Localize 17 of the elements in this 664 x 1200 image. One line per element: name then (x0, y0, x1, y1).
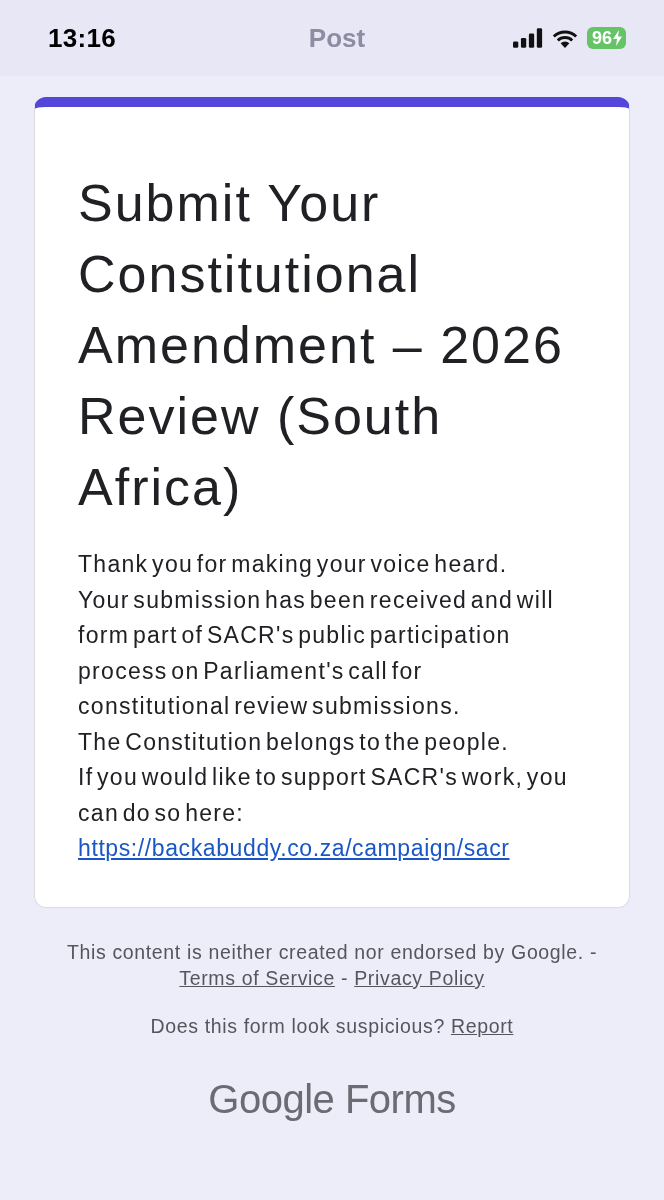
disclaimer-text: This content is neither created nor endorsed by Google. - Terms of Service - Privacy Policy (66, 939, 598, 991)
message-text: Thank you for making your voice heard. (78, 550, 509, 579)
wifi-icon (551, 28, 578, 48)
message-text: If you would like to support SACR's work, you can do so here: (78, 763, 569, 828)
battery-percent: 96 (591, 27, 612, 49)
signal-icon (512, 28, 543, 48)
terms-link[interactable]: Terms of Service (179, 966, 335, 989)
page-title: Post (308, 22, 366, 54)
campaign-link[interactable]: https://backabuddy.co.za/campaign/sacr (78, 831, 510, 867)
clock-time: 13:16 (48, 22, 116, 54)
report-text: Does this form look suspicious? Report (150, 1013, 514, 1039)
form-title: Submit Your Constitutional Amendment – 2026 Review (South Africa) (78, 173, 565, 518)
report-link[interactable]: Report (451, 1014, 514, 1037)
brand-logo: Google Forms (208, 1075, 456, 1123)
message-text: The Constitution belongs to the people. (78, 727, 510, 757)
message-text: Your submission has been received and will form part of SACR's public participation process on Parliament's call for constitutional review submissions. (78, 585, 555, 721)
privacy-link[interactable]: Privacy Policy (354, 966, 485, 989)
